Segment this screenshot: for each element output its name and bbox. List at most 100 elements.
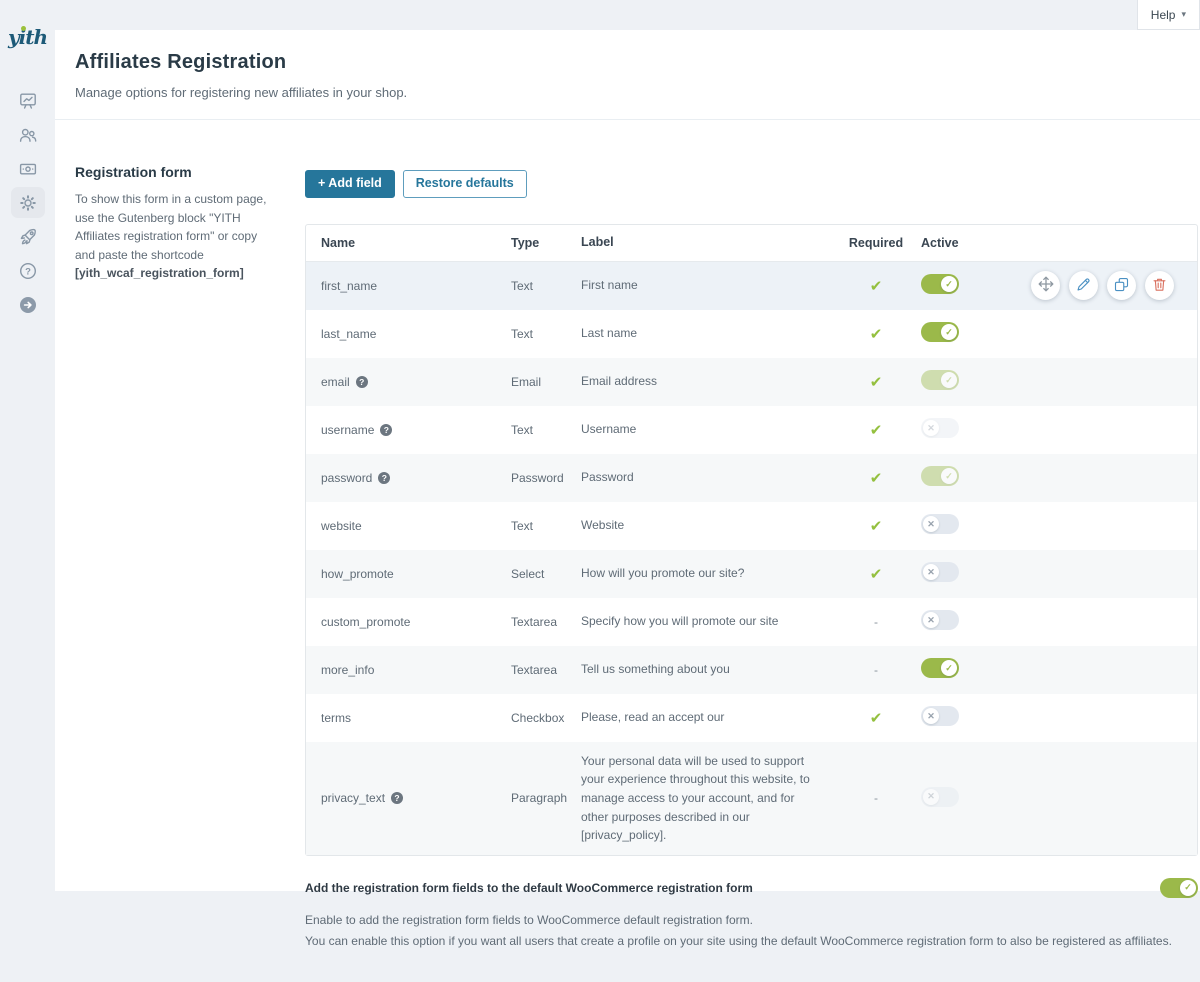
field-active: ✓ (921, 658, 1031, 681)
field-name: email? (321, 375, 511, 389)
duplicate-button[interactable] (1107, 271, 1136, 300)
active-toggle[interactable]: ✕ (921, 610, 959, 630)
sidebar-item-affiliates[interactable] (11, 119, 45, 150)
section-heading: Registration form (75, 164, 285, 180)
dashboard-icon (18, 91, 38, 111)
field-label: Email address (581, 362, 831, 401)
delete-button[interactable] (1145, 271, 1174, 300)
table-row[interactable]: first_nameTextFirst name✔✓ (306, 262, 1197, 310)
not-required-dash: - (874, 791, 878, 805)
field-name: terms (321, 711, 511, 725)
table-body: first_nameTextFirst name✔✓last_nameTextL… (306, 262, 1197, 855)
restore-defaults-button[interactable]: Restore defaults (403, 170, 527, 198)
field-label: Password (581, 458, 831, 497)
toggle-knob: ✕ (923, 612, 939, 628)
table-row[interactable]: websiteTextWebsite✔✕ (306, 502, 1197, 550)
sidebar-item-dashboard[interactable] (11, 85, 45, 116)
logo-green-dot (21, 26, 26, 31)
sidebar-item-settings[interactable] (11, 187, 45, 218)
field-label: Please, read an accept our (581, 698, 831, 737)
chevron-down-icon: ▾ (1181, 9, 1186, 20)
active-toggle: ✓ (921, 370, 959, 390)
field-active: ✓ (921, 274, 1031, 297)
required-check-icon: ✔ (870, 278, 883, 295)
field-required: - (831, 791, 921, 805)
active-toggle[interactable]: ✓ (921, 322, 959, 342)
table-row[interactable]: password?PasswordPassword✔✓ (306, 454, 1197, 502)
help-icon[interactable]: ? (378, 472, 390, 484)
field-name: custom_promote (321, 615, 511, 629)
field-label: Specify how you will promote our site (581, 602, 831, 641)
field-required: ✔ (831, 565, 921, 583)
table-row[interactable]: more_infoTextareaTell us something about… (306, 646, 1197, 694)
duplicate-icon (1114, 277, 1129, 295)
required-check-icon: ✔ (870, 422, 883, 439)
help-icon[interactable]: ? (380, 424, 392, 436)
required-check-icon: ✔ (870, 518, 883, 535)
active-toggle: ✕ (921, 787, 959, 807)
required-check-icon: ✔ (870, 710, 883, 727)
active-toggle[interactable]: ✕ (921, 706, 959, 726)
page-header: Affiliates Registration Manage options f… (55, 30, 1200, 120)
sidebar-item-payments[interactable] (11, 153, 45, 184)
field-type: Textarea (511, 663, 581, 677)
move-icon (1038, 276, 1054, 295)
field-active: ✕ (921, 787, 1031, 810)
sidebar-item-marketing[interactable] (11, 221, 45, 252)
table-row[interactable]: last_nameTextLast name✔✓ (306, 310, 1197, 358)
active-toggle[interactable]: ✕ (921, 562, 959, 582)
sidebar-nav: ? (11, 85, 45, 320)
active-toggle[interactable]: ✓ (921, 274, 959, 294)
field-type: Text (511, 279, 581, 293)
table-row[interactable]: username?TextUsername ✔ ✕ (306, 406, 1197, 454)
toggle-knob: ✓ (941, 372, 957, 388)
woocommerce-registration-toggle[interactable]: ✓ (1160, 878, 1198, 898)
field-label: Last name (581, 314, 831, 353)
field-required: - (831, 663, 921, 677)
help-button[interactable]: Help ▾ (1137, 0, 1200, 30)
delete-icon (1152, 277, 1167, 295)
table-header-row: Name Type Label Required Active (306, 225, 1197, 262)
add-field-button[interactable]: + Add field (305, 170, 395, 198)
edit-button[interactable] (1069, 271, 1098, 300)
active-toggle: ✕ (921, 418, 959, 438)
active-toggle[interactable]: ✓ (921, 658, 959, 678)
field-active: ✓ (921, 322, 1031, 345)
sidebar-item-help[interactable]: ? (11, 255, 45, 286)
page-subtitle: Manage options for registering new affil… (75, 85, 1180, 100)
table-row[interactable]: termsCheckboxPlease, read an accept our ✔… (306, 694, 1197, 742)
arrow-right-circle-icon (18, 295, 38, 315)
sidebar-item-collapse[interactable] (11, 289, 45, 320)
row-actions (1031, 271, 1182, 300)
toggle-knob: ✕ (923, 516, 939, 532)
field-label: Username (581, 410, 831, 449)
section-description: To show this form in a custom page, use … (75, 190, 275, 283)
edit-icon (1076, 277, 1091, 295)
field-active: ✓ (921, 370, 1031, 393)
field-type: Checkbox (511, 711, 581, 725)
field-label: Website (581, 506, 831, 545)
field-type: Text (511, 423, 581, 437)
table-row[interactable]: custom_promoteTextareaSpecify how you wi… (306, 598, 1197, 646)
table-row[interactable]: how_promoteSelectHow will you promote ou… (306, 550, 1197, 598)
help-button-label: Help (1151, 8, 1176, 22)
toggle-knob: ✕ (923, 420, 939, 436)
active-toggle[interactable]: ✕ (921, 514, 959, 534)
shortcode-text: [yith_wcaf_registration_form] (75, 264, 275, 283)
table-row[interactable]: privacy_text?ParagraphYour personal data… (306, 742, 1197, 855)
toggle-knob: ✕ (923, 789, 939, 805)
column-header-name: Name (321, 236, 511, 250)
help-icon[interactable]: ? (356, 376, 368, 388)
not-required-dash: - (874, 663, 878, 677)
field-required: ✔ (831, 469, 921, 487)
not-required-dash: - (874, 615, 878, 629)
table-row[interactable]: email?EmailEmail address✔✓ (306, 358, 1197, 406)
field-name: username? (321, 423, 511, 437)
field-active: ✕ (921, 418, 1031, 441)
main-panel: Affiliates Registration Manage options f… (55, 30, 1200, 891)
users-icon (18, 125, 38, 145)
field-name: password? (321, 471, 511, 485)
yith-logo[interactable]: yith (8, 27, 47, 47)
move-button[interactable] (1031, 271, 1060, 300)
help-icon[interactable]: ? (391, 792, 403, 804)
